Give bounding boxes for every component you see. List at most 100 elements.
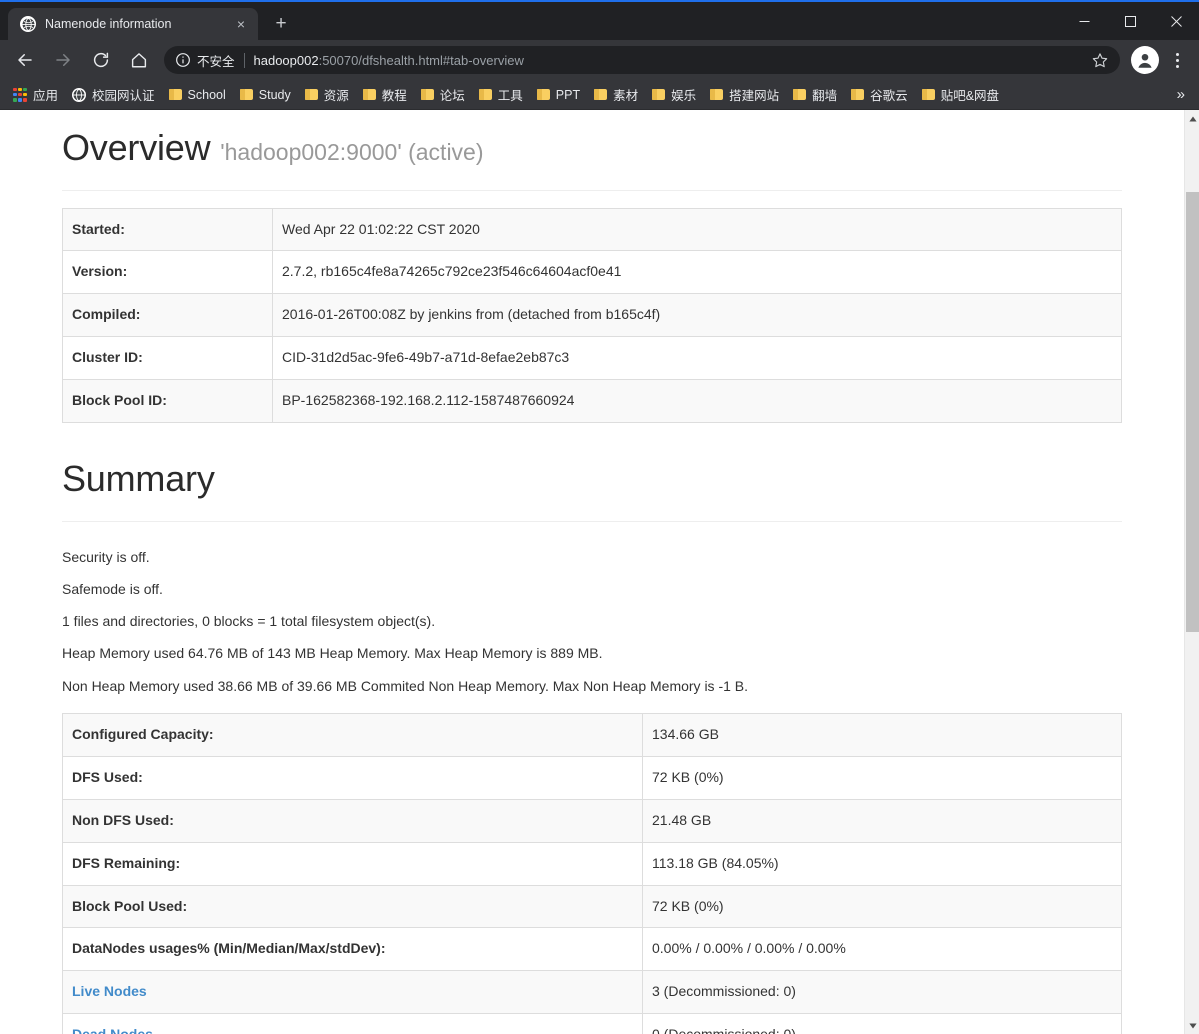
bookmark-item-0[interactable]: 校园网认证: [65, 82, 162, 107]
bookmarks-overflow-button[interactable]: »: [1169, 86, 1193, 103]
window-controls: [1061, 2, 1199, 40]
row-key: Configured Capacity:: [72, 726, 214, 743]
new-tab-button[interactable]: +: [267, 10, 295, 38]
close-icon[interactable]: ×: [232, 15, 250, 33]
minimize-button[interactable]: [1061, 2, 1107, 40]
bookmark-label: 娱乐: [671, 89, 697, 103]
tab-title: Namenode information: [45, 17, 172, 31]
apps-grid-icon: [13, 87, 27, 102]
row-key: Block Pool Used:: [62, 884, 643, 928]
bookmark-label: 应用: [33, 89, 59, 103]
close-window-button[interactable]: [1153, 2, 1199, 40]
folder-icon: [652, 89, 666, 100]
security-status-label: 不安全: [197, 54, 235, 69]
row-key: DFS Remaining:: [62, 841, 643, 886]
row-value: 0.00% / 0.00% / 0.00% / 0.00%: [642, 927, 1122, 971]
forward-button[interactable]: [47, 44, 79, 76]
row-key: Compiled:: [62, 293, 273, 337]
table-row: Compiled: 2016-01-26T00:08Z by jenkins f…: [62, 293, 1122, 337]
maximize-button[interactable]: [1107, 2, 1153, 40]
table-row: Configured Capacity: 134.66 GB: [62, 713, 1122, 757]
table-row: Block Pool Used: 72 KB (0%): [62, 884, 1122, 928]
bookmark-label: 教程: [381, 89, 407, 103]
home-button[interactable]: [123, 44, 155, 76]
bookmark-label: 翻墙: [812, 89, 838, 103]
bookmark-label: School: [187, 87, 226, 102]
bookmark-item-3[interactable]: 资源: [298, 82, 356, 107]
row-key-link[interactable]: Live Nodes: [62, 970, 643, 1014]
browser-window: Namenode information × + 不安全 hadoop002:5…: [0, 0, 1199, 1034]
back-button[interactable]: [9, 44, 41, 76]
link-live-nodes[interactable]: Live Nodes: [72, 983, 147, 999]
bookmark-label: 素材: [613, 89, 639, 103]
row-key: Started:: [72, 220, 125, 237]
tab-strip: Namenode information × +: [0, 2, 1199, 40]
url-host: hadoop002: [253, 52, 319, 68]
globe-icon: [20, 16, 36, 32]
globe-icon: [72, 87, 87, 102]
summary-table: Configured Capacity: 134.66 GB DFS Used:…: [62, 713, 1122, 1034]
folder-icon: [594, 89, 608, 100]
kebab-menu-icon[interactable]: [1164, 45, 1190, 75]
bookmark-item-9[interactable]: 娱乐: [645, 82, 703, 107]
row-key: Version:: [62, 250, 273, 294]
bookmark-apps[interactable]: 应用: [6, 82, 65, 107]
page-scrollbar[interactable]: [1184, 110, 1199, 1034]
table-row: Live Nodes 3 (Decommissioned: 0): [62, 970, 1122, 1014]
bookmark-item-4[interactable]: 教程: [356, 82, 414, 107]
table-row: DFS Remaining: 113.18 GB (84.05%): [62, 841, 1122, 886]
bookmark-item-7[interactable]: PPT: [530, 85, 587, 105]
page-container: Overview 'hadoop002:9000' (active) Start…: [62, 110, 1122, 1034]
summary-divider: [62, 520, 1122, 522]
row-key: DFS Used:: [62, 755, 643, 800]
bookmark-item-11[interactable]: 翻墙: [786, 82, 844, 107]
star-icon[interactable]: [1088, 48, 1112, 72]
row-value: BP-162582368-192.168.2.112-1587487660924: [272, 379, 1122, 423]
folder-icon: [362, 89, 376, 100]
row-value: 21.48 GB: [642, 798, 1122, 843]
bookmark-item-2[interactable]: Study: [233, 85, 298, 105]
avatar[interactable]: [1131, 46, 1159, 74]
browser-toolbar: 不安全 hadoop002:50070/dfshealth.html#tab-o…: [0, 40, 1199, 80]
bookmark-item-13[interactable]: 贴吧&网盘: [915, 82, 1006, 107]
folder-icon: [851, 89, 865, 100]
row-key: Cluster ID:: [62, 336, 273, 380]
bookmark-label: PPT: [555, 87, 581, 102]
tab-namenode-information[interactable]: Namenode information ×: [8, 8, 258, 40]
bookmark-item-8[interactable]: 素材: [587, 82, 645, 107]
bookmark-item-1[interactable]: School: [162, 85, 233, 105]
link-dead-nodes[interactable]: Dead Nodes: [72, 1026, 153, 1034]
folder-icon: [420, 89, 434, 100]
bookmark-label: 工具: [497, 89, 523, 103]
bookmark-label: Study: [258, 87, 291, 102]
folder-icon: [921, 89, 935, 100]
bookmark-label: 校园网认证: [92, 89, 155, 103]
table-row: DataNodes usages% (Min/Median/Max/stdDev…: [62, 927, 1122, 971]
reload-button[interactable]: [85, 44, 117, 76]
bookmark-item-5[interactable]: 论坛: [414, 82, 472, 107]
bookmark-item-12[interactable]: 谷歌云: [844, 82, 915, 107]
scrollbar-thumb[interactable]: [1186, 192, 1199, 632]
row-key-link[interactable]: Dead Nodes: [62, 1013, 643, 1034]
bookmark-label: 贴吧&网盘: [940, 89, 1000, 103]
summary-line: Security is off.: [62, 548, 150, 565]
info-circle-icon[interactable]: [175, 52, 191, 68]
summary-heading: Summary: [62, 457, 215, 499]
row-value: 0 (Decommissioned: 0): [642, 1013, 1122, 1034]
scroll-down-button[interactable]: [1185, 1017, 1199, 1034]
bookmarks-bar: 应用 校园网认证 School Study 资源 教程 论坛 工具 PPT 素材…: [0, 80, 1199, 110]
bookmark-item-6[interactable]: 工具: [472, 82, 530, 107]
summary-line: Safemode is off.: [62, 580, 163, 597]
bookmark-label: 搭建网站: [729, 89, 780, 103]
url-text: hadoop002:50070/dfshealth.html#tab-overv…: [254, 53, 524, 68]
table-row: DFS Used: 72 KB (0%): [62, 755, 1122, 800]
omnibox-divider: [243, 52, 245, 68]
row-value: Wed Apr 22 01:02:22 CST 2020: [272, 208, 1122, 251]
bookmark-item-10[interactable]: 搭建网站: [703, 82, 786, 107]
address-bar[interactable]: 不安全 hadoop002:50070/dfshealth.html#tab-o…: [164, 46, 1120, 74]
folder-icon: [478, 89, 492, 100]
overview-table: Started: Wed Apr 22 01:02:22 CST 2020 Ve…: [62, 207, 1122, 423]
row-value: 134.66 GB: [642, 713, 1122, 757]
row-key: Block Pool ID:: [62, 379, 273, 423]
scroll-up-button[interactable]: [1185, 110, 1199, 127]
